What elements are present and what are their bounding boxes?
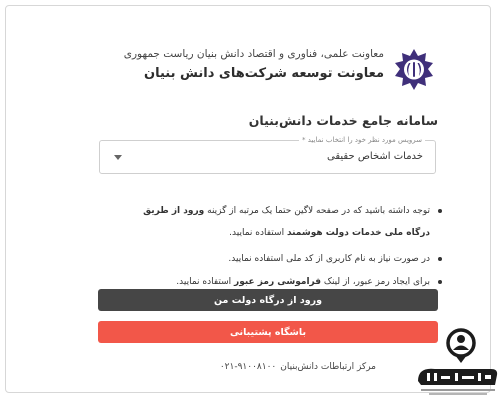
bazar-estekhdam-watermark <box>418 328 498 395</box>
note-login-gateway: توجه داشته باشید که در صفحه لاگین حتما ی… <box>102 200 442 244</box>
service-select-value: خدمات اشخاص حقیقی <box>326 151 423 162</box>
iran-emblem-icon <box>395 49 433 90</box>
support-club-button[interactable]: باشگاه پشتیبانی <box>98 321 438 343</box>
service-select-label: سرویس مورد نظر خود را انتخاب نمایید * <box>299 135 425 145</box>
service-select[interactable]: سرویس مورد نظر خود را انتخاب نمایید * خد… <box>99 135 436 174</box>
bullet-icon <box>438 257 442 261</box>
bullet-icon <box>438 280 442 284</box>
contact-label: مرکز ارتباطات دانش‌بنیان <box>280 362 376 372</box>
note-username: در صورت نیاز به نام کاربری از کد ملی است… <box>102 251 442 267</box>
page-title: سامانه جامع خدمات دانش‌بنیان <box>248 113 438 128</box>
organization-title: معاونت توسعه شرکت‌های دانش بنیان <box>144 66 384 81</box>
contact-phone: ۰۲۱-۹۱۰۰۸۱۰۰ <box>219 362 277 372</box>
chevron-down-icon[interactable] <box>114 155 122 160</box>
contact-info: مرکز ارتباطات دانش‌بنیان۰۲۱-۹۱۰۰۸۱۰۰ <box>220 362 376 372</box>
organization-subtitle: معاونت علمی، فناوری و اقتصاد دانش بنیان … <box>123 48 384 60</box>
note-password: برای ایجاد رمز عبور، از لینک فراموشی رمز… <box>102 274 442 290</box>
login-notes: توجه داشته باشید که در صفحه لاگین حتما ی… <box>102 200 442 297</box>
login-gateway-button[interactable]: ورود از درگاه دولت من <box>98 289 438 311</box>
header: معاونت علمی، فناوری و اقتصاد دانش بنیان … <box>98 40 438 96</box>
bullet-icon <box>438 209 442 213</box>
